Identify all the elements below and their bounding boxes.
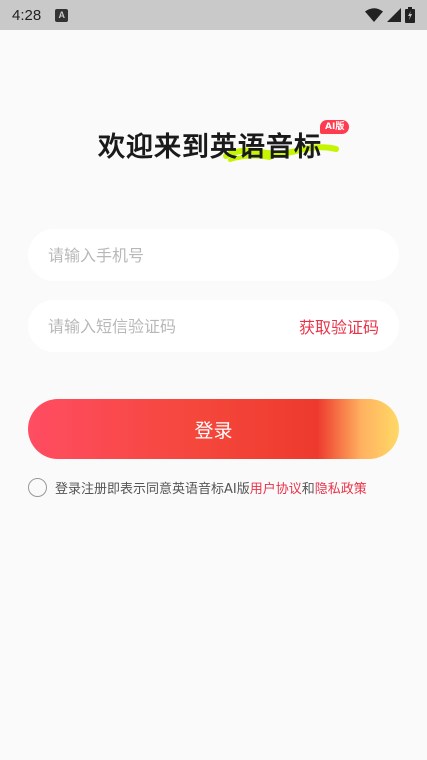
welcome-header: 欢迎来到英语音标 AI版: [0, 118, 427, 178]
sms-code-input[interactable]: [48, 316, 299, 336]
agreement-conjunction: 和: [301, 482, 315, 497]
sms-code-input-container: 获取验证码: [28, 300, 399, 352]
agreement-prefix: 登录注册即表示同意英语音标AI版: [55, 482, 250, 497]
privacy-policy-link[interactable]: 隐私政策: [315, 478, 367, 497]
signal-icon: [387, 8, 401, 22]
phone-input-container: [28, 229, 399, 281]
agreement-checkbox[interactable]: [28, 478, 47, 497]
status-indicators: [365, 7, 415, 23]
battery-charging-icon: [405, 7, 415, 23]
phone-input[interactable]: [48, 245, 379, 265]
notification-a-icon: A: [55, 8, 69, 22]
wifi-icon: [365, 8, 383, 22]
user-agreement-link[interactable]: 用户协议: [250, 478, 302, 497]
agreement-row: 登录注册即表示同意英语音标AI版 用户协议 和 隐私政策: [28, 478, 408, 497]
ai-version-badge: AI版: [320, 120, 350, 134]
page-title: 欢迎来到英语音标: [98, 132, 322, 163]
login-button[interactable]: 登录: [28, 399, 399, 459]
status-time: 4:28: [12, 6, 42, 24]
get-code-button[interactable]: 获取验证码: [299, 314, 379, 338]
status-bar: 4:28 A: [0, 0, 427, 30]
